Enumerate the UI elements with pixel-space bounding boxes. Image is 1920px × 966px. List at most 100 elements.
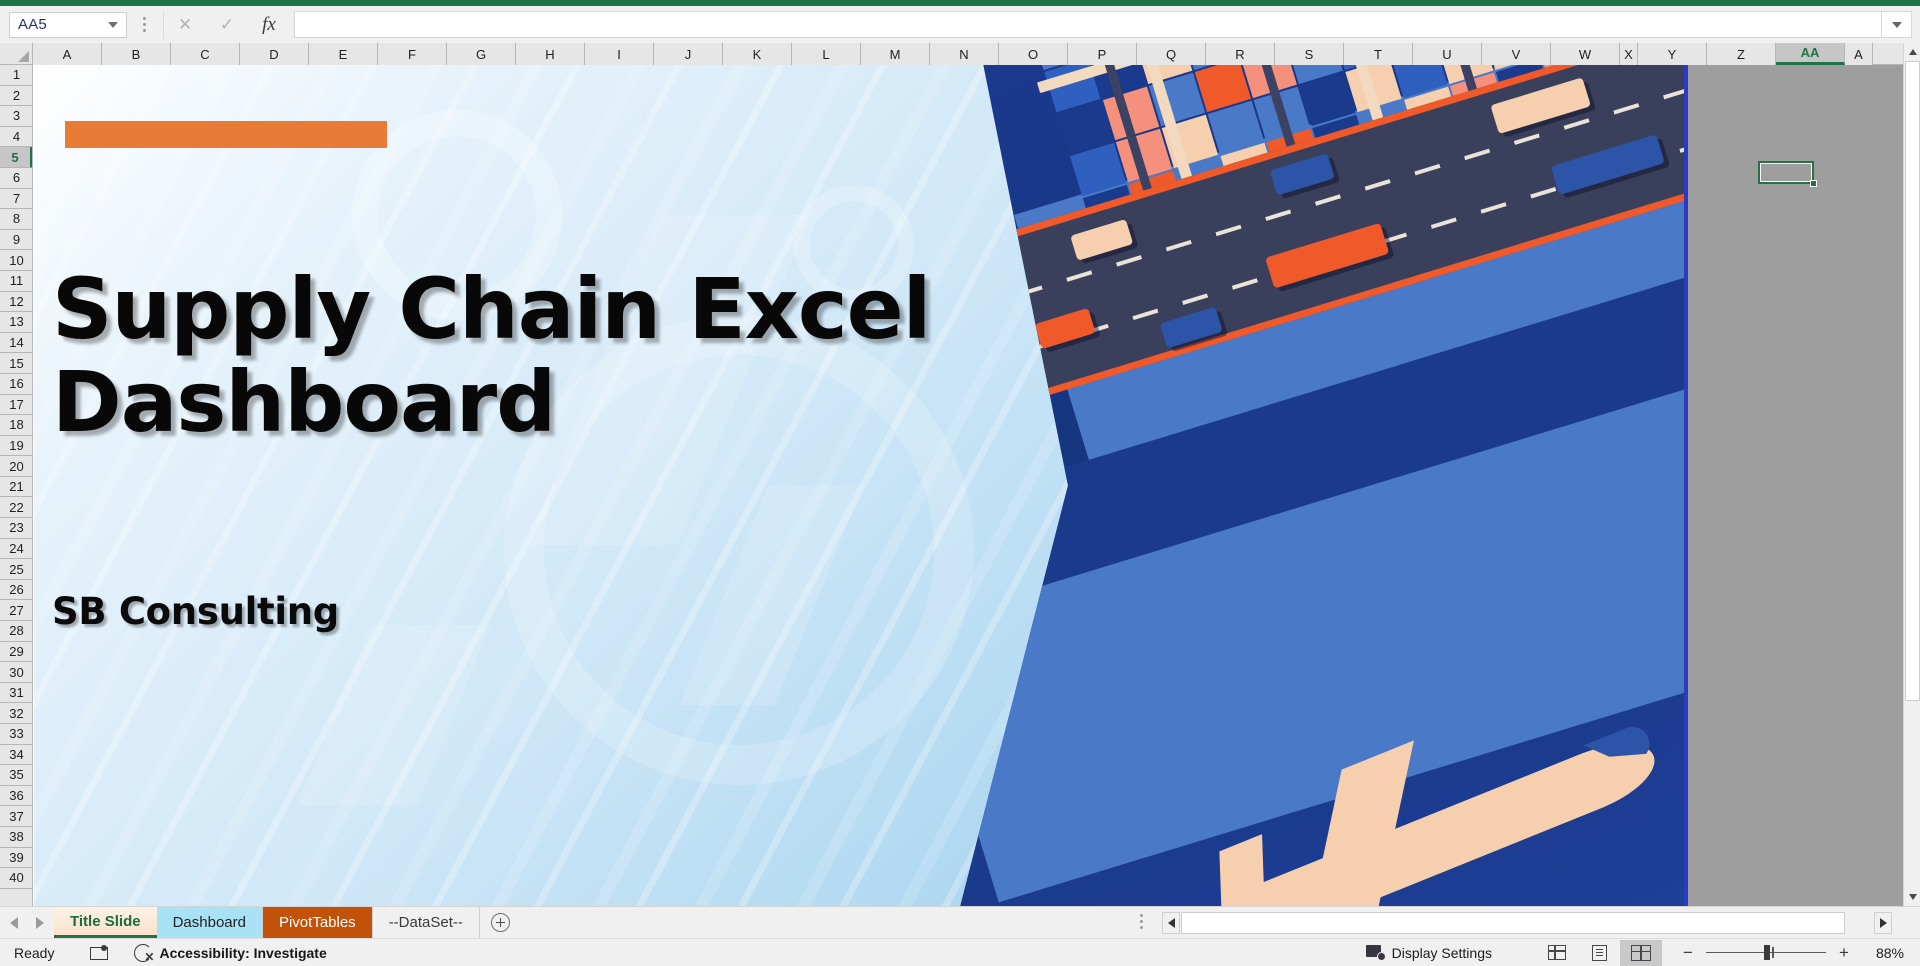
column-header-g[interactable]: G (447, 43, 516, 65)
column-header-y[interactable]: Y (1638, 43, 1707, 65)
column-header-c[interactable]: C (171, 43, 240, 65)
chevron-down-icon[interactable] (108, 21, 118, 28)
row-header-34[interactable]: 34 (0, 745, 32, 766)
column-header-x[interactable]: X (1620, 43, 1638, 65)
row-header-5[interactable]: 5 (0, 147, 32, 168)
horizontal-scroll-thumb[interactable] (1181, 912, 1845, 934)
row-header-16[interactable]: 16 (0, 374, 32, 395)
column-header-n[interactable]: N (930, 43, 999, 65)
sheet-tab-dataset[interactable]: --DataSet-- (373, 907, 480, 938)
column-header-o[interactable]: O (999, 43, 1068, 65)
zoom-in-button[interactable]: + (1836, 943, 1852, 963)
row-header-13[interactable]: 13 (0, 312, 32, 333)
scroll-down-button[interactable] (1904, 888, 1920, 906)
vertical-scroll-thumb[interactable] (1905, 61, 1920, 701)
zoom-out-button[interactable]: − (1680, 943, 1696, 963)
zoom-slider[interactable] (1706, 944, 1826, 960)
row-header-12[interactable]: 12 (0, 292, 32, 313)
column-header-d[interactable]: D (240, 43, 309, 65)
column-header-z[interactable]: Z (1707, 43, 1776, 65)
name-box[interactable]: AA5 (9, 11, 127, 38)
column-header-p[interactable]: P (1068, 43, 1137, 65)
row-header-38[interactable]: 38 (0, 827, 32, 848)
record-macro-icon[interactable] (90, 945, 109, 960)
column-header-b[interactable]: B (102, 43, 171, 65)
display-settings-button[interactable]: Display Settings (1365, 944, 1492, 961)
column-header-m[interactable]: M (861, 43, 930, 65)
column-header-aa[interactable]: AA (1776, 43, 1845, 65)
column-header-l[interactable]: L (792, 43, 861, 65)
column-header-k[interactable]: K (723, 43, 792, 65)
fill-handle[interactable] (1810, 180, 1817, 187)
row-header-9[interactable]: 9 (0, 230, 32, 251)
chevron-right-icon[interactable] (36, 916, 44, 929)
row-header-10[interactable]: 10 (0, 250, 32, 271)
row-header-24[interactable]: 24 (0, 539, 32, 560)
close-icon[interactable]: ✕ (164, 11, 206, 39)
scroll-right-button[interactable] (1874, 912, 1892, 934)
row-header-4[interactable]: 4 (0, 127, 32, 148)
formula-bar-overflow-button[interactable] (131, 12, 157, 38)
row-header-20[interactable]: 20 (0, 456, 32, 477)
row-header-21[interactable]: 21 (0, 477, 32, 498)
row-header-29[interactable]: 29 (0, 642, 32, 663)
chevron-left-icon[interactable] (10, 916, 18, 929)
row-header-15[interactable]: 15 (0, 353, 32, 374)
row-header-14[interactable]: 14 (0, 333, 32, 354)
add-sheet-button[interactable] (480, 907, 522, 938)
sheet-tab-dashboard[interactable]: Dashboard (156, 907, 263, 938)
column-header-u[interactable]: U (1413, 43, 1482, 65)
column-header-t[interactable]: T (1344, 43, 1413, 65)
vertical-scrollbar[interactable] (1903, 43, 1920, 906)
sheet-tab-title-slide[interactable]: Title Slide (54, 907, 157, 938)
normal-view-icon[interactable] (1536, 940, 1578, 966)
accessibility-status[interactable]: ✕ Accessibility: Investigate (134, 943, 327, 963)
row-header-23[interactable]: 23 (0, 518, 32, 539)
column-header-r[interactable]: R (1206, 43, 1275, 65)
column-header-a-2[interactable]: A (1845, 43, 1873, 65)
row-header-40[interactable]: 40 (0, 868, 32, 889)
sheet-canvas[interactable]: Supply Chain Excel Dashboard SB Consulti… (34, 65, 1920, 906)
row-header-19[interactable]: 19 (0, 436, 32, 457)
row-header-33[interactable]: 33 (0, 724, 32, 745)
row-header-26[interactable]: 26 (0, 580, 32, 601)
column-header-j[interactable]: J (654, 43, 723, 65)
horizontal-scrollbar[interactable] (1162, 911, 1892, 935)
column-header-f[interactable]: F (378, 43, 447, 65)
row-header-25[interactable]: 25 (0, 559, 32, 580)
row-header-32[interactable]: 32 (0, 703, 32, 724)
select-all-button[interactable] (0, 43, 33, 65)
column-header-s[interactable]: S (1275, 43, 1344, 65)
row-header-11[interactable]: 11 (0, 271, 32, 292)
row-header-3[interactable]: 3 (0, 106, 32, 127)
formula-input[interactable] (294, 11, 1882, 38)
page-break-preview-icon[interactable] (1620, 939, 1662, 966)
row-header-28[interactable]: 28 (0, 621, 32, 642)
zoom-slider-thumb[interactable] (1764, 944, 1770, 960)
scroll-left-button[interactable] (1162, 912, 1180, 934)
column-header-q[interactable]: Q (1137, 43, 1206, 65)
row-header-1[interactable]: 1 (0, 65, 32, 86)
column-header-w[interactable]: W (1551, 43, 1620, 65)
check-icon[interactable]: ✓ (206, 11, 248, 39)
row-header-31[interactable]: 31 (0, 683, 32, 704)
fx-icon[interactable]: fx (248, 11, 290, 39)
sheet-tab-overflow[interactable] (1140, 914, 1143, 929)
row-header-37[interactable]: 37 (0, 806, 32, 827)
row-header-17[interactable]: 17 (0, 395, 32, 416)
column-header-i[interactable]: I (585, 43, 654, 65)
row-header-18[interactable]: 18 (0, 415, 32, 436)
formula-bar-expand-button[interactable] (1882, 11, 1912, 38)
active-cell-selection[interactable] (1758, 161, 1817, 187)
page-layout-view-icon[interactable] (1578, 940, 1620, 966)
row-header-39[interactable]: 39 (0, 848, 32, 869)
column-header-e[interactable]: E (309, 43, 378, 65)
scroll-up-button[interactable] (1904, 43, 1920, 61)
row-header-2[interactable]: 2 (0, 86, 32, 107)
row-header-8[interactable]: 8 (0, 209, 32, 230)
column-header-v[interactable]: V (1482, 43, 1551, 65)
zoom-level-label[interactable]: 88% (1858, 945, 1904, 961)
row-header-27[interactable]: 27 (0, 600, 32, 622)
row-header-30[interactable]: 30 (0, 662, 32, 683)
row-header-22[interactable]: 22 (0, 497, 32, 519)
